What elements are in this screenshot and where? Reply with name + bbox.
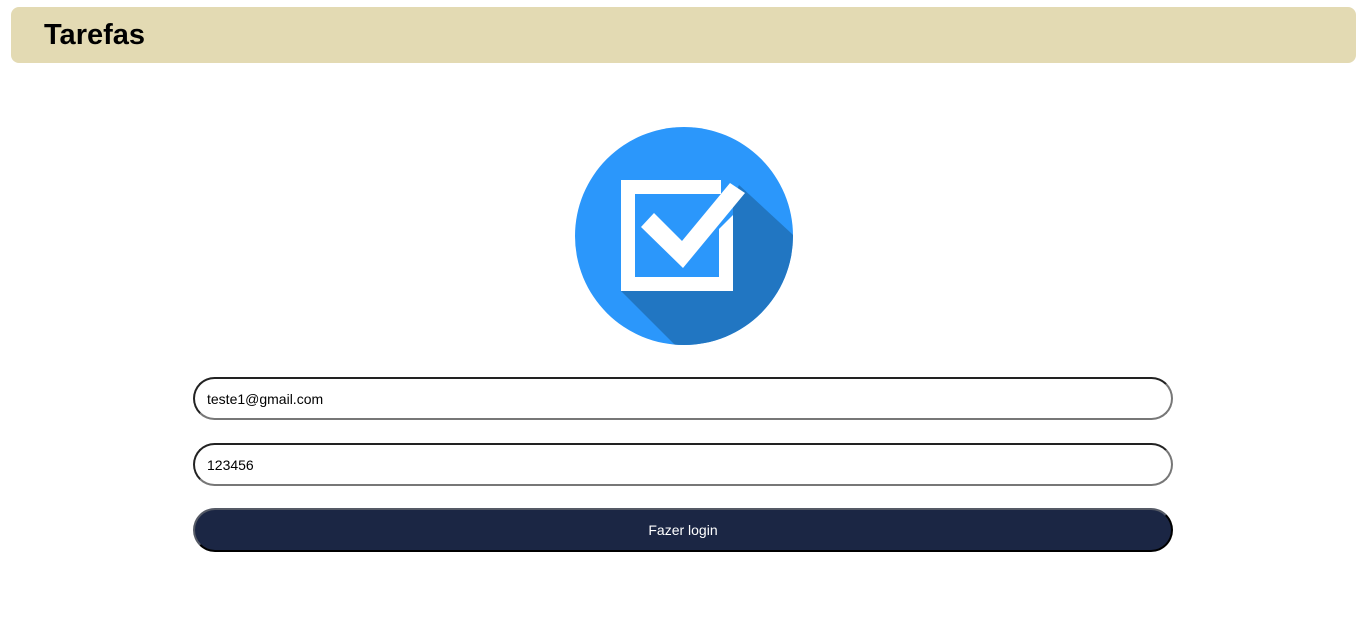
password-field[interactable] [193, 443, 1173, 486]
app-title: Tarefas [44, 19, 146, 51]
checkbox-check-icon [575, 127, 793, 345]
top-header: Tarefas [11, 7, 1356, 63]
email-field[interactable] [193, 377, 1173, 420]
login-button[interactable]: Fazer login [193, 508, 1173, 552]
